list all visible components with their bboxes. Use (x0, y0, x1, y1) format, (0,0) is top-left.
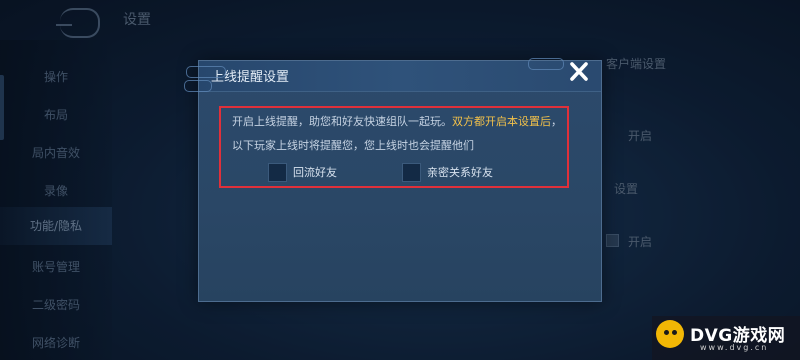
checkbox-box[interactable] (402, 162, 421, 182)
checkbox-returning-friends[interactable]: 回流好友 (268, 162, 337, 182)
dialog-description: 开启上线提醒，助您和好友快速组队一起玩。双方都开启本设置后，以下玩家上线时将提醒… (232, 110, 567, 158)
watermark-logo-icon (656, 320, 684, 348)
watermark-sub: www.dvg.cn (700, 343, 769, 352)
close-button[interactable] (562, 59, 596, 87)
checkbox-box[interactable] (268, 162, 287, 182)
cloud-decoration-icon (528, 58, 564, 70)
checkbox-intimate-friends[interactable]: 亲密关系好友 (402, 162, 493, 182)
cloud-decoration-icon (184, 80, 212, 92)
checkbox-label: 回流好友 (293, 166, 337, 179)
checkbox-label: 亲密关系好友 (427, 166, 493, 179)
desc-part-1: 开启上线提醒，助您和好友快速组队一起玩。 (232, 115, 452, 128)
cloud-decoration-icon (186, 66, 226, 78)
desc-highlight: 双方都开启本设置后 (452, 115, 551, 128)
close-x-icon (570, 62, 588, 81)
